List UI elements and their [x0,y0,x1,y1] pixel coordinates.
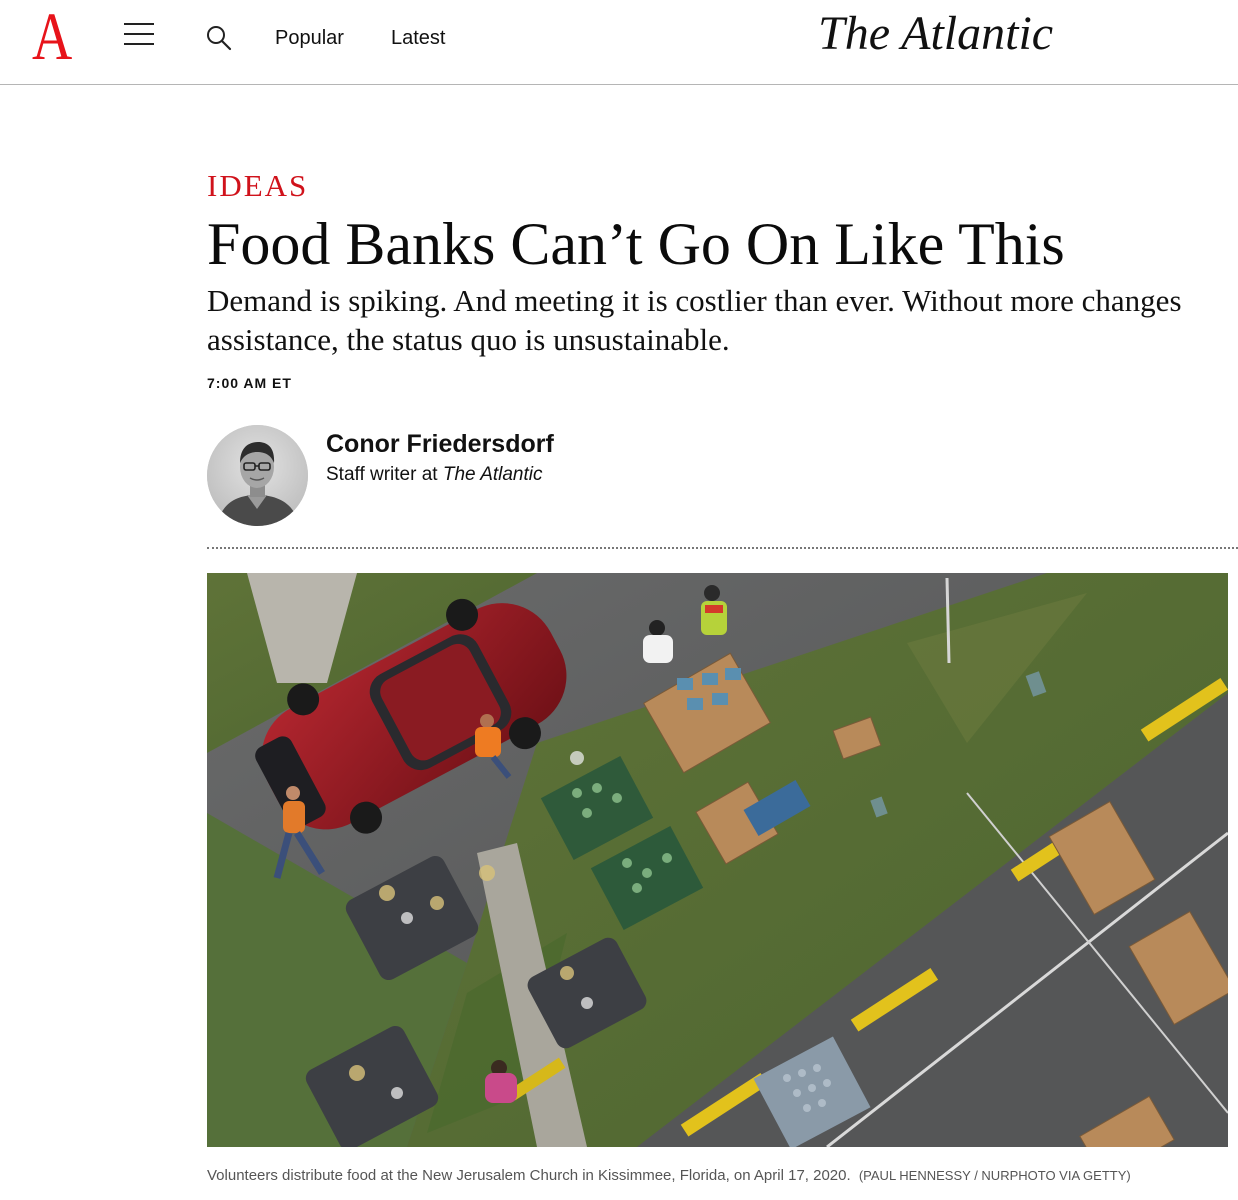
author-role: Staff writer at The Atlantic [326,463,543,487]
article-dek: Demand is spiking. And meeting it is cos… [207,281,1238,365]
the-atlantic-wordmark[interactable]: The Atlantic [818,6,1053,62]
nav-popular-link[interactable]: Popular [275,26,344,50]
author-role-prefix: Staff writer at [326,464,438,485]
article-dek-text: Demand is spiking. And meeting it is cos… [207,283,1182,357]
article-timestamp: 7:00 AM ET [207,375,292,391]
author-avatar[interactable] [207,425,308,526]
atlantic-a-logo[interactable]: A [32,2,72,70]
article-headline: Food Banks Can’t Go On Like This [207,211,1065,277]
author-portrait-image [207,425,308,526]
hero-photo[interactable] [207,573,1228,1147]
food-bank-aerial-photo [207,573,1228,1147]
author-name-link[interactable]: Conor Friedersdorf [326,429,554,459]
byline-divider [207,547,1238,549]
hero-caption-text: Volunteers distribute food at the New Je… [207,1167,851,1184]
author-role-publication: The Atlantic [442,464,543,485]
search-icon [207,26,232,51]
hero-caption: Volunteers distribute food at the New Je… [207,1166,1131,1186]
hero-photo-credit: (PAUL HENNESSY / NURPHOTO VIA GETTY) [858,1168,1131,1183]
nav-latest-link[interactable]: Latest [391,26,445,50]
menu-icon [124,23,154,45]
section-rubric[interactable]: IDEAS [207,168,308,204]
site-header: A Popular Latest The Atlantic [0,0,1238,85]
search-button[interactable] [206,25,232,51]
menu-button[interactable] [124,22,156,46]
